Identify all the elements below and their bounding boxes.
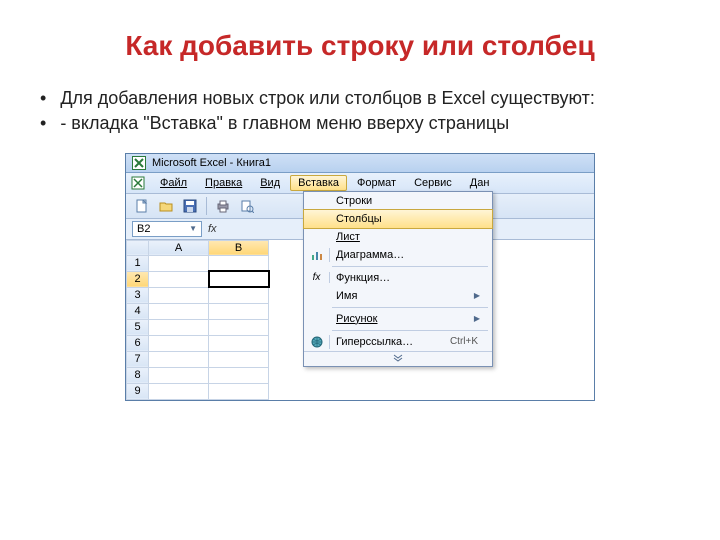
row-header[interactable]: 6 <box>127 335 149 351</box>
row-header[interactable]: 9 <box>127 383 149 399</box>
submenu-arrow-icon: ▶ <box>474 291 486 300</box>
window-title: Microsoft Excel - Книга1 <box>152 157 271 169</box>
menu-item-picture[interactable]: Рисунок ▶ <box>304 310 492 328</box>
slide-title: Как добавить строку или столбец <box>0 0 720 72</box>
select-all-corner[interactable] <box>127 240 149 255</box>
print-icon[interactable] <box>213 196 233 216</box>
menu-item-chart[interactable]: Диаграмма… <box>304 246 492 264</box>
menu-separator <box>332 330 488 331</box>
new-file-icon[interactable] <box>132 196 152 216</box>
row-header[interactable]: 2 <box>127 271 149 287</box>
excel-logo-icon <box>132 156 146 170</box>
submenu-arrow-icon: ▶ <box>474 314 486 323</box>
insert-menu-dropdown: Строки Столбцы Лист Диаграмма… fx Функци… <box>303 191 493 367</box>
bullet-1: Для добавления новых строк или столбцов … <box>60 87 660 110</box>
row-header[interactable]: 5 <box>127 319 149 335</box>
save-icon[interactable] <box>180 196 200 216</box>
menu-item-hyperlink[interactable]: Гиперссылка… Ctrl+K <box>304 333 492 351</box>
hyperlink-icon <box>304 335 330 349</box>
column-header-b[interactable]: B <box>209 240 269 255</box>
row-header[interactable]: 7 <box>127 351 149 367</box>
shortcut-label: Ctrl+K <box>450 336 486 347</box>
menu-item-name[interactable]: Имя ▶ <box>304 287 492 305</box>
open-file-icon[interactable] <box>156 196 176 216</box>
workbook-icon <box>130 175 146 191</box>
active-cell[interactable] <box>209 271 269 287</box>
menu-view[interactable]: Вид <box>252 175 288 191</box>
menu-item-columns[interactable]: Столбцы <box>303 209 493 229</box>
fx-label[interactable]: fx <box>208 223 217 235</box>
menu-expand-chevron[interactable] <box>304 351 492 366</box>
print-preview-icon[interactable] <box>237 196 257 216</box>
column-header-a[interactable]: A <box>149 240 209 255</box>
menu-item-rows[interactable]: Строки <box>304 192 492 210</box>
chevron-down-icon <box>393 354 403 362</box>
menu-separator <box>332 266 488 267</box>
menu-tools[interactable]: Сервис <box>406 175 460 191</box>
row-header[interactable]: 8 <box>127 367 149 383</box>
toolbar-separator <box>206 197 207 215</box>
menu-item-function[interactable]: fx Функция… <box>304 269 492 287</box>
row-header[interactable]: 1 <box>127 255 149 271</box>
menu-format[interactable]: Формат <box>349 175 404 191</box>
menu-insert[interactable]: Вставка <box>290 175 347 191</box>
menu-edit[interactable]: Правка <box>197 175 250 191</box>
menu-separator <box>332 307 488 308</box>
menu-file[interactable]: Файл <box>152 175 195 191</box>
bullet-list: Для добавления новых строк или столбцов … <box>0 72 720 148</box>
worksheet-grid[interactable]: A B 1 2 3 4 5 6 7 8 9 <box>126 240 269 400</box>
function-icon: fx <box>304 272 330 283</box>
row-header[interactable]: 4 <box>127 303 149 319</box>
chart-icon <box>304 248 330 262</box>
chevron-down-icon: ▼ <box>189 224 197 233</box>
row-header[interactable]: 3 <box>127 287 149 303</box>
name-box[interactable]: B2▼ <box>132 221 202 237</box>
title-bar: Microsoft Excel - Книга1 <box>126 154 594 173</box>
menu-item-sheet[interactable]: Лист <box>304 228 492 246</box>
bullet-2: - вкладка "Вставка" в главном меню вверх… <box>60 112 660 135</box>
menu-data[interactable]: Дан <box>462 175 498 191</box>
